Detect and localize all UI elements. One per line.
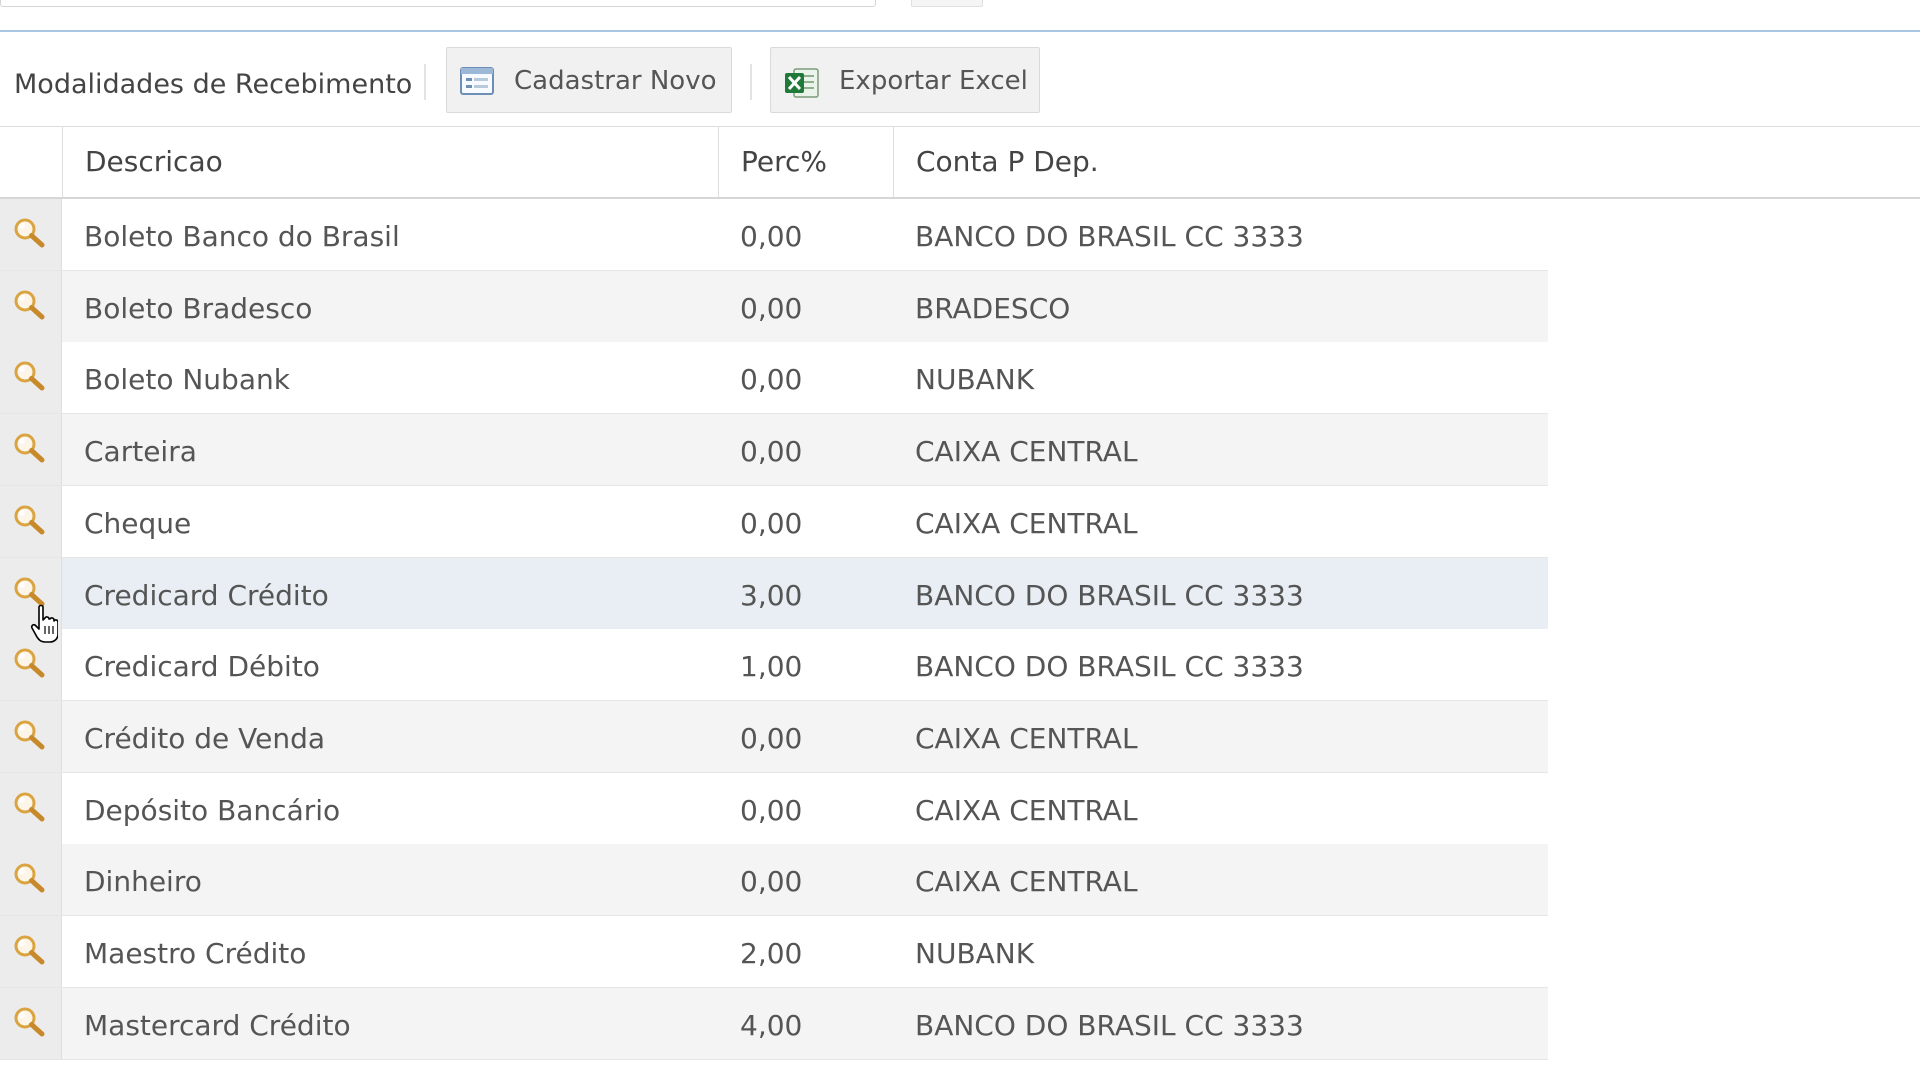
- column-header-descricao[interactable]: Descricao: [62, 127, 718, 197]
- cell-conta: CAIXA CENTRAL: [915, 506, 1138, 540]
- header-icon-column: [0, 127, 62, 197]
- magnifier-icon[interactable]: [0, 485, 62, 557]
- cell-conta: CAIXA CENTRAL: [915, 865, 1138, 899]
- cell-descricao: Dinheiro: [84, 865, 202, 899]
- table-row[interactable]: Depósito Bancário 0,00 CAIXA CENTRAL: [0, 772, 1548, 845]
- cell-perc: 0,00: [740, 506, 803, 540]
- cell-perc: 0,00: [740, 721, 803, 755]
- cell-perc: 2,00: [740, 937, 803, 970]
- table-row[interactable]: Boleto Banco do Brasil 0,00 BANCO DO BRASI…: [0, 199, 1548, 271]
- cell-descricao: Boleto Nubank: [84, 363, 290, 397]
- magnifier-icon[interactable]: [0, 414, 62, 486]
- column-header-perc[interactable]: Perc%: [718, 127, 893, 197]
- top-bar: [0, 0, 1920, 32]
- cell-conta: BRADESCO: [915, 291, 1071, 325]
- hand-cursor-icon: [30, 604, 59, 648]
- cell-descricao: Mastercard Crédito: [84, 1008, 351, 1042]
- table-row[interactable]: Boleto Bradesco 0,00 BRADESCO: [0, 270, 1548, 343]
- cell-descricao: Boleto Bradesco: [84, 291, 313, 325]
- magnifier-icon[interactable]: [0, 916, 62, 987]
- cell-perc: 4,00: [740, 1008, 803, 1042]
- table-row[interactable]: Maestro Crédito 2,00 NUBANK: [0, 916, 1548, 988]
- table-row[interactable]: Credicard Débito 1,00 BANCO DO BRASIL CC 3…: [0, 629, 1548, 702]
- cell-conta: BANCO DO BRASIL CC 3333: [915, 1008, 1304, 1042]
- magnifier-icon[interactable]: [0, 270, 62, 342]
- cell-perc: 0,00: [740, 220, 803, 253]
- page-title: Modalidades de Recebimento: [14, 69, 413, 100]
- table-row[interactable]: Dinheiro 0,00 CAIXA CENTRAL: [0, 844, 1548, 917]
- magnifier-icon[interactable]: [0, 772, 62, 844]
- magnifier-icon[interactable]: [0, 342, 62, 414]
- grid-header: Descricao Perc% Conta P Dep.: [0, 127, 1920, 199]
- table-row[interactable]: Boleto Nubank 0,00 NUBANK: [0, 342, 1548, 415]
- cell-conta: CAIXA CENTRAL: [915, 793, 1138, 827]
- table-row[interactable]: Credicard Crédito 3,00 BANCO DO BRASIL CC …: [0, 557, 1548, 630]
- cell-perc: 0,00: [740, 435, 803, 469]
- form-icon: [460, 66, 494, 100]
- cadastrar-novo-button[interactable]: Cadastrar Novo: [446, 47, 732, 113]
- cell-descricao: Maestro Crédito: [84, 937, 307, 970]
- cell-conta: NUBANK: [915, 363, 1035, 397]
- cell-conta: BANCO DO BRASIL CC 3333: [915, 220, 1304, 253]
- cell-descricao: Credicard Débito: [84, 650, 320, 684]
- table-row[interactable]: Carteira 0,00 CAIXA CENTRAL: [0, 414, 1548, 487]
- cell-perc: 1,00: [740, 650, 803, 684]
- cell-descricao: Depósito Bancário: [84, 793, 341, 827]
- toolbar-separator: [750, 64, 752, 100]
- table-row[interactable]: Mastercard Crédito 4,00 BANCO DO BRASIL CC…: [0, 987, 1548, 1060]
- magnifier-icon[interactable]: [0, 844, 62, 916]
- column-header-conta[interactable]: Conta P Dep.: [893, 127, 1920, 197]
- cell-perc: 0,00: [740, 363, 803, 397]
- cell-conta: BANCO DO BRASIL CC 3333: [915, 578, 1304, 612]
- table-row[interactable]: Cheque 0,00 CAIXA CENTRAL: [0, 485, 1548, 558]
- exportar-excel-button[interactable]: Exportar Excel: [770, 47, 1040, 113]
- cell-descricao: Carteira: [84, 435, 197, 469]
- cell-perc: 0,00: [740, 291, 803, 325]
- cell-conta: CAIXA CENTRAL: [915, 435, 1138, 469]
- cell-conta: CAIXA CENTRAL: [915, 721, 1138, 755]
- search-input[interactable]: [0, 0, 876, 7]
- magnifier-icon[interactable]: [0, 987, 62, 1059]
- cell-descricao: Credicard Crédito: [84, 578, 329, 612]
- cell-descricao: Crédito de Venda: [84, 721, 326, 755]
- top-button[interactable]: [911, 0, 983, 7]
- excel-icon: [784, 66, 820, 104]
- cell-perc: 0,00: [740, 865, 803, 899]
- cell-conta: NUBANK: [915, 937, 1035, 970]
- magnifier-icon[interactable]: [0, 700, 62, 772]
- cell-conta: BANCO DO BRASIL CC 3333: [915, 650, 1304, 684]
- cell-descricao: Cheque: [84, 506, 192, 540]
- toolbar-separator: [424, 64, 426, 100]
- cadastrar-novo-label: Cadastrar Novo: [514, 66, 717, 96]
- magnifier-icon[interactable]: [0, 199, 62, 270]
- table-row[interactable]: Crédito de Venda 0,00 CAIXA CENTRAL: [0, 700, 1548, 773]
- cell-perc: 0,00: [740, 793, 803, 827]
- exportar-excel-label: Exportar Excel: [839, 66, 1028, 96]
- cell-perc: 3,00: [740, 578, 803, 612]
- cell-descricao: Boleto Banco do Brasil: [84, 220, 400, 253]
